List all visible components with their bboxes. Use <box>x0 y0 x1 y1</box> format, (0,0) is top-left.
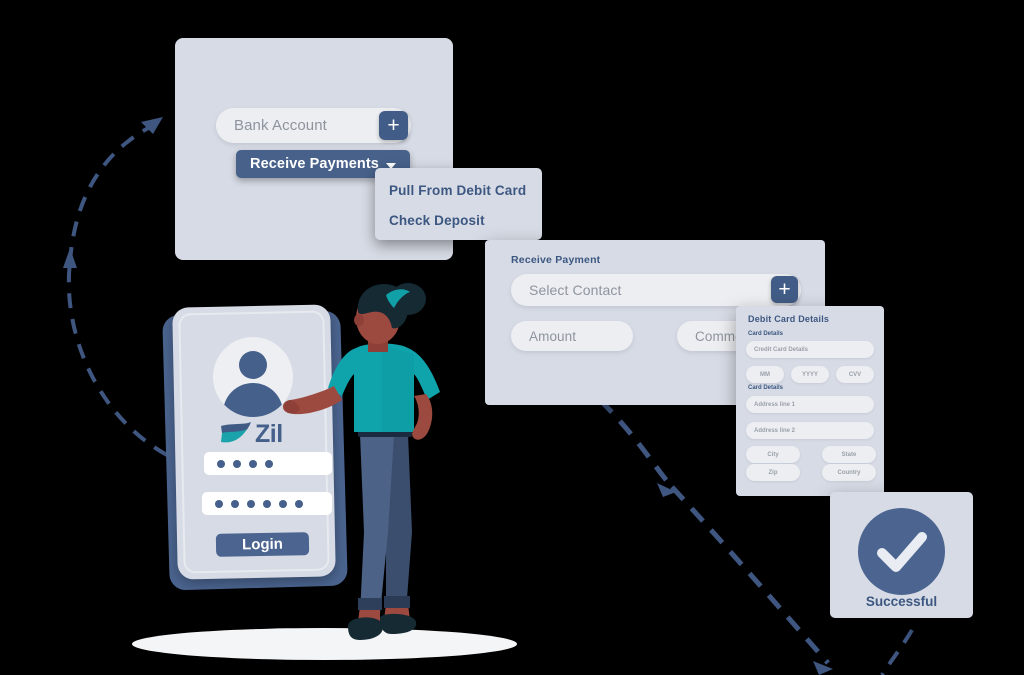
country-placeholder: Country <box>837 469 861 476</box>
cvv-input[interactable]: CVV <box>836 366 874 383</box>
address-line-1-placeholder: Address line 1 <box>754 401 796 408</box>
expiry-month-input[interactable]: MM <box>746 366 784 383</box>
dropdown-item-check-deposit[interactable]: Check Deposit <box>375 213 485 228</box>
credit-card-details-placeholder: Credit Card Details <box>754 346 809 353</box>
pin-dot <box>233 459 241 468</box>
password-dot <box>215 499 223 508</box>
bank-account-placeholder: Bank Account <box>234 117 327 134</box>
login-button-label: Login <box>241 535 284 554</box>
illustration-canvas: Bank Account + Receive Payments Pull Fro… <box>0 0 1024 675</box>
success-circle <box>858 508 945 595</box>
address-line-1-input[interactable]: Address line 1 <box>746 396 874 413</box>
zil-brand-text: Zil <box>255 419 283 448</box>
zip-placeholder: Zip <box>768 469 778 476</box>
city-placeholder: City <box>767 451 779 458</box>
password-dot <box>231 499 239 508</box>
card-details-label-1: Card Details <box>748 331 784 337</box>
pin-dot <box>249 459 257 468</box>
plus-icon: + <box>387 114 400 137</box>
expiry-year-input[interactable]: YYYY <box>791 366 829 383</box>
address-line-2-input[interactable]: Address line 2 <box>746 422 874 439</box>
dropdown-item-pull-from-debit-card[interactable]: Pull From Debit Card <box>375 183 526 198</box>
add-contact-button[interactable]: + <box>771 276 798 303</box>
pin-dot <box>265 459 273 468</box>
receive-payment-title: Receive Payment <box>511 254 601 266</box>
person-illustration <box>282 283 440 640</box>
receive-payments-dropdown[interactable]: Pull From Debit Card Check Deposit <box>375 168 542 240</box>
expiry-year-placeholder: YYYY <box>801 371 818 378</box>
pin-dot <box>217 459 225 468</box>
check-icon <box>877 532 927 572</box>
state-input[interactable]: State <box>822 446 876 463</box>
zil-leaf-logo <box>221 422 251 443</box>
cvv-placeholder: CVV <box>848 371 862 378</box>
zip-input[interactable]: Zip <box>746 464 800 481</box>
password-dot <box>263 499 271 508</box>
avatar-head-icon <box>239 351 267 379</box>
amount-input[interactable]: Amount <box>511 321 633 351</box>
credit-card-details-input[interactable]: Credit Card Details <box>746 341 874 358</box>
add-bank-account-button[interactable]: + <box>379 111 408 140</box>
receive-payments-label: Receive Payments <box>250 156 379 172</box>
avatar-body-icon <box>223 383 283 417</box>
select-contact-placeholder: Select Contact <box>529 282 622 298</box>
debit-card-details-title: Debit Card Details <box>748 314 830 324</box>
expiry-month-placeholder: MM <box>760 371 770 378</box>
password-dot <box>247 499 255 508</box>
card-details-label-2: Card Details <box>748 385 784 391</box>
success-label: Successful <box>865 594 938 609</box>
plus-icon: + <box>778 278 791 301</box>
state-placeholder: State <box>841 451 857 458</box>
amount-placeholder: Amount <box>529 328 577 344</box>
address-line-2-placeholder: Address line 2 <box>754 427 796 434</box>
select-contact-input[interactable]: Select Contact + <box>511 274 801 306</box>
bank-account-input[interactable]: Bank Account + <box>216 108 411 143</box>
city-input[interactable]: City <box>746 446 800 463</box>
avatar <box>213 337 293 417</box>
country-input[interactable]: Country <box>822 464 876 481</box>
